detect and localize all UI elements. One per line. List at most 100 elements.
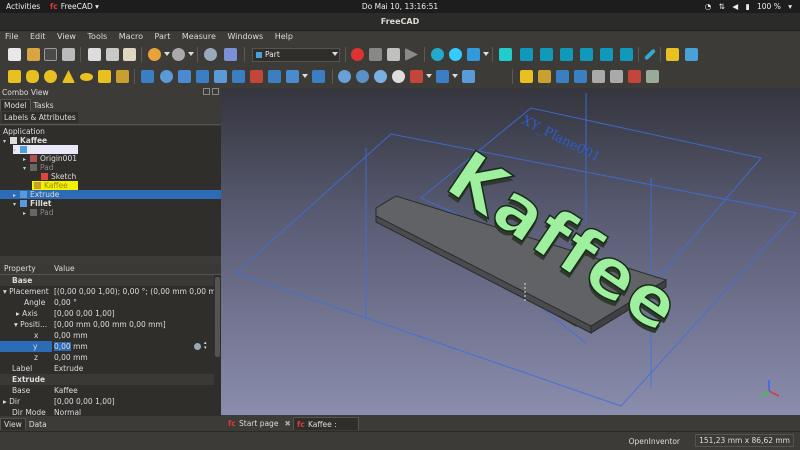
tab-model[interactable]: Model [0, 99, 31, 111]
view-front-icon[interactable] [520, 48, 533, 61]
menu-file[interactable]: File [0, 31, 22, 41]
record-macro-icon[interactable] [351, 48, 364, 61]
part-builder-icon[interactable] [141, 70, 154, 83]
part-revolve-icon[interactable] [178, 70, 191, 83]
tab-start-page[interactable]: fc Start page ✖ [225, 417, 291, 430]
part-primitives-icon[interactable] [116, 70, 129, 83]
stop-macro-icon[interactable] [369, 48, 382, 61]
menu-windows[interactable]: Windows [222, 31, 267, 41]
macros-icon[interactable] [387, 48, 400, 61]
property-placement[interactable]: ▾ Placement [(0,00 0,00 1,00); 0,00 °; (… [0, 286, 214, 297]
property-angle[interactable]: Angle 0,00 ° [0, 297, 214, 308]
part-ruled-surface-icon[interactable] [268, 70, 281, 83]
property-axis[interactable]: ▸ Axis [0,00 0,00 1,00] [0, 308, 214, 319]
property-editor[interactable]: Base ▾ Placement [(0,00 0,00 1,00); 0,00… [0, 275, 214, 418]
measure-toggle-delta-icon[interactable] [646, 70, 659, 83]
part-sweep-icon[interactable] [312, 70, 325, 83]
view-rear-icon[interactable] [580, 48, 593, 61]
tree-item-fillet[interactable]: ▾ Fillet [13, 199, 52, 208]
collapse-arrow-icon[interactable]: ▾ [13, 146, 20, 155]
part-section-icon[interactable] [462, 70, 475, 83]
model-tree[interactable]: Application ▾ Kaffee ▾ ▸ Origin001 ▾ Pad Sk… [0, 126, 221, 256]
workbench-dropdown-icon[interactable] [332, 52, 338, 56]
tree-item-document[interactable]: ▾ Kaffee [3, 136, 47, 145]
part-box-icon[interactable] [8, 70, 21, 83]
y-value-text[interactable]: 0,00 [54, 342, 71, 351]
undo-dropdown-icon[interactable] [164, 52, 170, 56]
measure-toggle-3d-icon[interactable] [628, 70, 641, 83]
view-top-icon[interactable] [540, 48, 553, 61]
power-menu-icon[interactable]: ▾ [788, 2, 792, 11]
part-extrude-icon[interactable] [160, 70, 173, 83]
part-compound-icon[interactable] [338, 70, 351, 83]
menu-part[interactable]: Part [150, 31, 175, 41]
measure-refresh-icon[interactable] [592, 70, 605, 83]
paste-icon[interactable] [123, 48, 136, 61]
property-base[interactable]: Base Kaffee [0, 385, 214, 396]
part-chamfer-icon[interactable] [232, 70, 245, 83]
menu-macro[interactable]: Macro [114, 31, 147, 41]
part-offset-dropdown-icon[interactable] [302, 74, 308, 78]
part-check-geometry-icon[interactable] [436, 70, 449, 83]
clock[interactable]: Do Mai 10, 13:16:51 [0, 2, 800, 11]
refresh-icon[interactable] [204, 48, 217, 61]
property-dir-mode[interactable]: Dir Mode Normal [0, 407, 214, 418]
redo-dropdown-icon[interactable] [188, 52, 194, 56]
system-tray[interactable]: ◔ ⇅ ◀ ▮ 100 % ▾ [700, 2, 792, 11]
create-part-icon[interactable] [666, 48, 679, 61]
property-group-base[interactable]: Base [0, 275, 214, 286]
part-tube-icon[interactable] [98, 70, 111, 83]
property-position[interactable]: ▾ Positi... [0,00 mm 0,00 mm 0,00 mm] [0, 319, 214, 330]
tab-kaffee[interactable]: fcKaffee : 1*✖ [293, 417, 359, 442]
menu-help[interactable]: Help [270, 31, 297, 41]
part-boolean-icon[interactable] [356, 70, 369, 83]
tree-item-origin[interactable]: ▸ Origin001 [23, 154, 77, 163]
measure-distance-icon[interactable] [643, 48, 657, 61]
tree-item-pad[interactable]: ▾ Pad [23, 163, 54, 172]
tab-data[interactable]: Data [26, 419, 50, 430]
part-mirror-icon[interactable] [196, 70, 209, 83]
app-menu[interactable]: fc FreeCAD ▾ [50, 2, 99, 11]
whats-this-icon[interactable] [224, 48, 237, 61]
execute-macro-icon[interactable] [405, 48, 418, 61]
cut-icon[interactable] [88, 48, 101, 61]
part-torus-icon[interactable] [80, 73, 93, 81]
property-scrollbar[interactable] [214, 275, 221, 416]
view-bottom-icon[interactable] [600, 48, 613, 61]
expand-arrow-icon[interactable]: ▸ [23, 209, 30, 218]
close-panel-icon[interactable] [212, 88, 219, 95]
draw-style-icon[interactable] [467, 48, 480, 61]
part-loft-icon[interactable] [286, 70, 299, 83]
part-cone-icon[interactable] [62, 70, 75, 83]
part-make-face-icon[interactable] [250, 70, 263, 83]
battery-icon[interactable]: ▮ [745, 2, 749, 11]
accessibility-icon[interactable]: ◔ [705, 2, 712, 11]
part-cut-icon[interactable] [374, 70, 387, 83]
draw-style-dropdown-icon[interactable] [483, 52, 489, 56]
copy-icon[interactable] [106, 48, 119, 61]
tree-item-sketch[interactable]: Sketch [34, 172, 76, 181]
spin-arrows-icon[interactable]: ▴ ▾ [204, 341, 207, 351]
part-fillet-icon[interactable] [214, 70, 227, 83]
expression-icon[interactable] [194, 343, 201, 350]
property-group-extrude[interactable]: Extrude [0, 374, 214, 385]
3d-viewport[interactable]: XY_Plane001 Kaffee Kaffee [221, 88, 800, 415]
tree-item-extrude[interactable]: ▸ Extrude [0, 190, 221, 199]
attachment-icon[interactable] [520, 70, 533, 83]
tab-view[interactable]: View [0, 418, 26, 430]
part-cylinder-icon[interactable] [26, 70, 39, 83]
collapse-arrow-icon[interactable]: ▾ [23, 164, 30, 173]
fit-all-icon[interactable] [431, 48, 444, 61]
workbench-selector[interactable]: Part [252, 48, 340, 62]
y-value-editor[interactable]: 0,00 mm [54, 341, 214, 352]
property-y[interactable]: y 0,00 mm ▴ ▾ [0, 341, 214, 352]
collapse-arrow-icon[interactable]: ▾ [13, 200, 20, 209]
tree-header[interactable]: Labels & Attributes [0, 112, 221, 125]
network-icon[interactable]: ⇅ [719, 2, 725, 11]
part-tools-dropdown-icon[interactable] [452, 74, 458, 78]
float-panel-icon[interactable] [203, 88, 210, 95]
activities-button[interactable]: Activities [6, 2, 40, 11]
volume-icon[interactable]: ◀ [732, 2, 738, 11]
create-group-icon[interactable] [685, 48, 698, 61]
menu-measure[interactable]: Measure [177, 31, 220, 41]
